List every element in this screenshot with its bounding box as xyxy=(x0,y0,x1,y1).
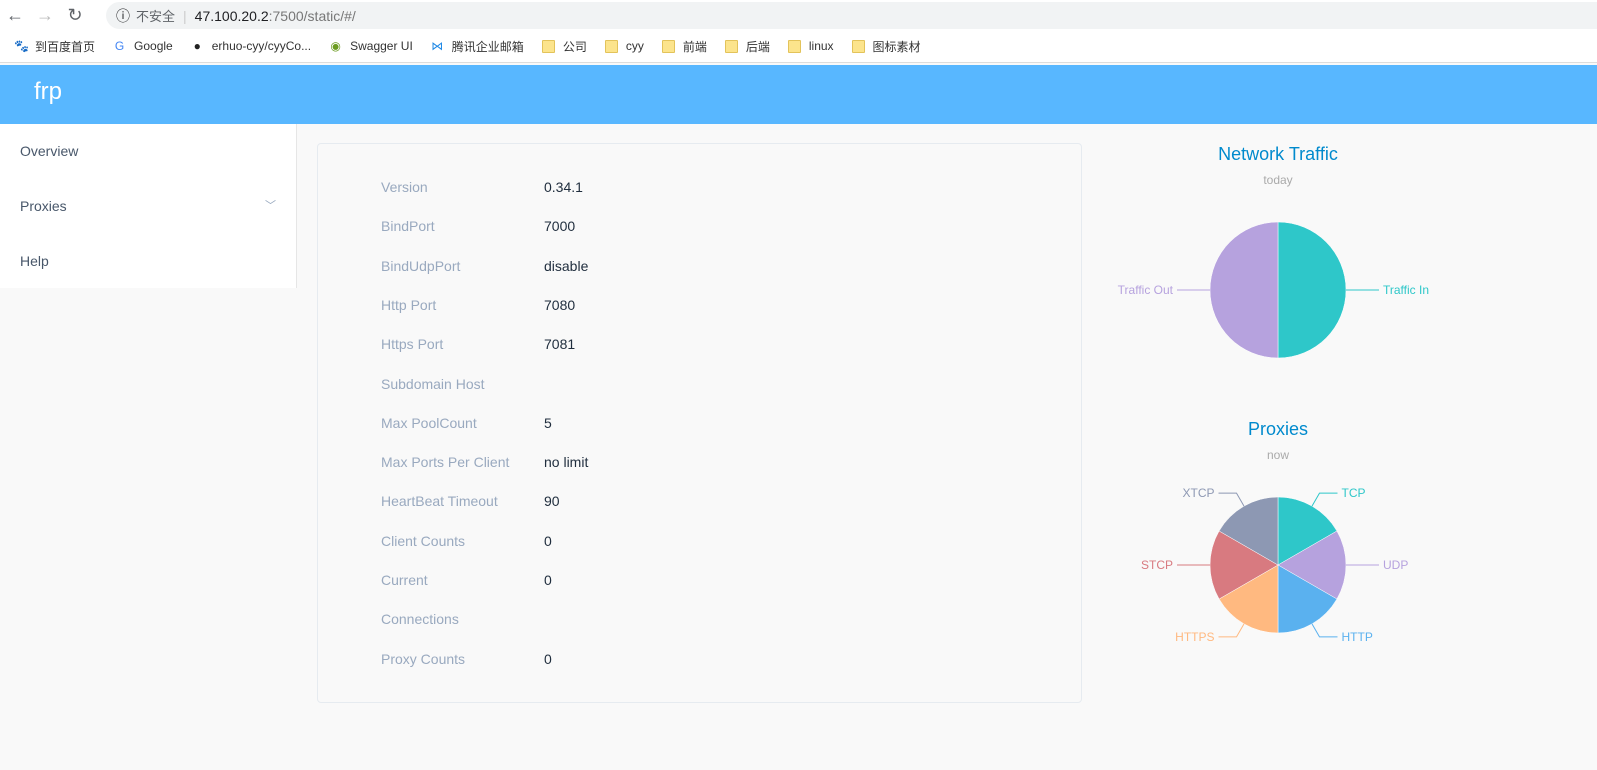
pie-label: XTCP xyxy=(1182,486,1214,500)
pie-label-line xyxy=(1218,492,1245,507)
pie-label: HTTP xyxy=(1342,630,1373,644)
pie-label-line xyxy=(1311,492,1338,507)
pie-label-line xyxy=(1311,623,1338,638)
pie-label-line xyxy=(1218,623,1245,638)
pie-label: HTTPS xyxy=(1175,630,1214,644)
pie-label: Traffic Out xyxy=(1118,283,1174,297)
pie-charts: Traffic In Traffic Out TCP UDP HTTP HTTPS STCP… xyxy=(1118,221,1429,644)
pie-slice[interactable] xyxy=(1209,221,1279,359)
pie-label: STCP xyxy=(1141,558,1173,572)
pie-slice[interactable] xyxy=(1277,221,1347,359)
pie-label: TCP xyxy=(1342,486,1366,500)
pie-label: Traffic In xyxy=(1383,283,1429,297)
pie-label: UDP xyxy=(1383,558,1408,572)
